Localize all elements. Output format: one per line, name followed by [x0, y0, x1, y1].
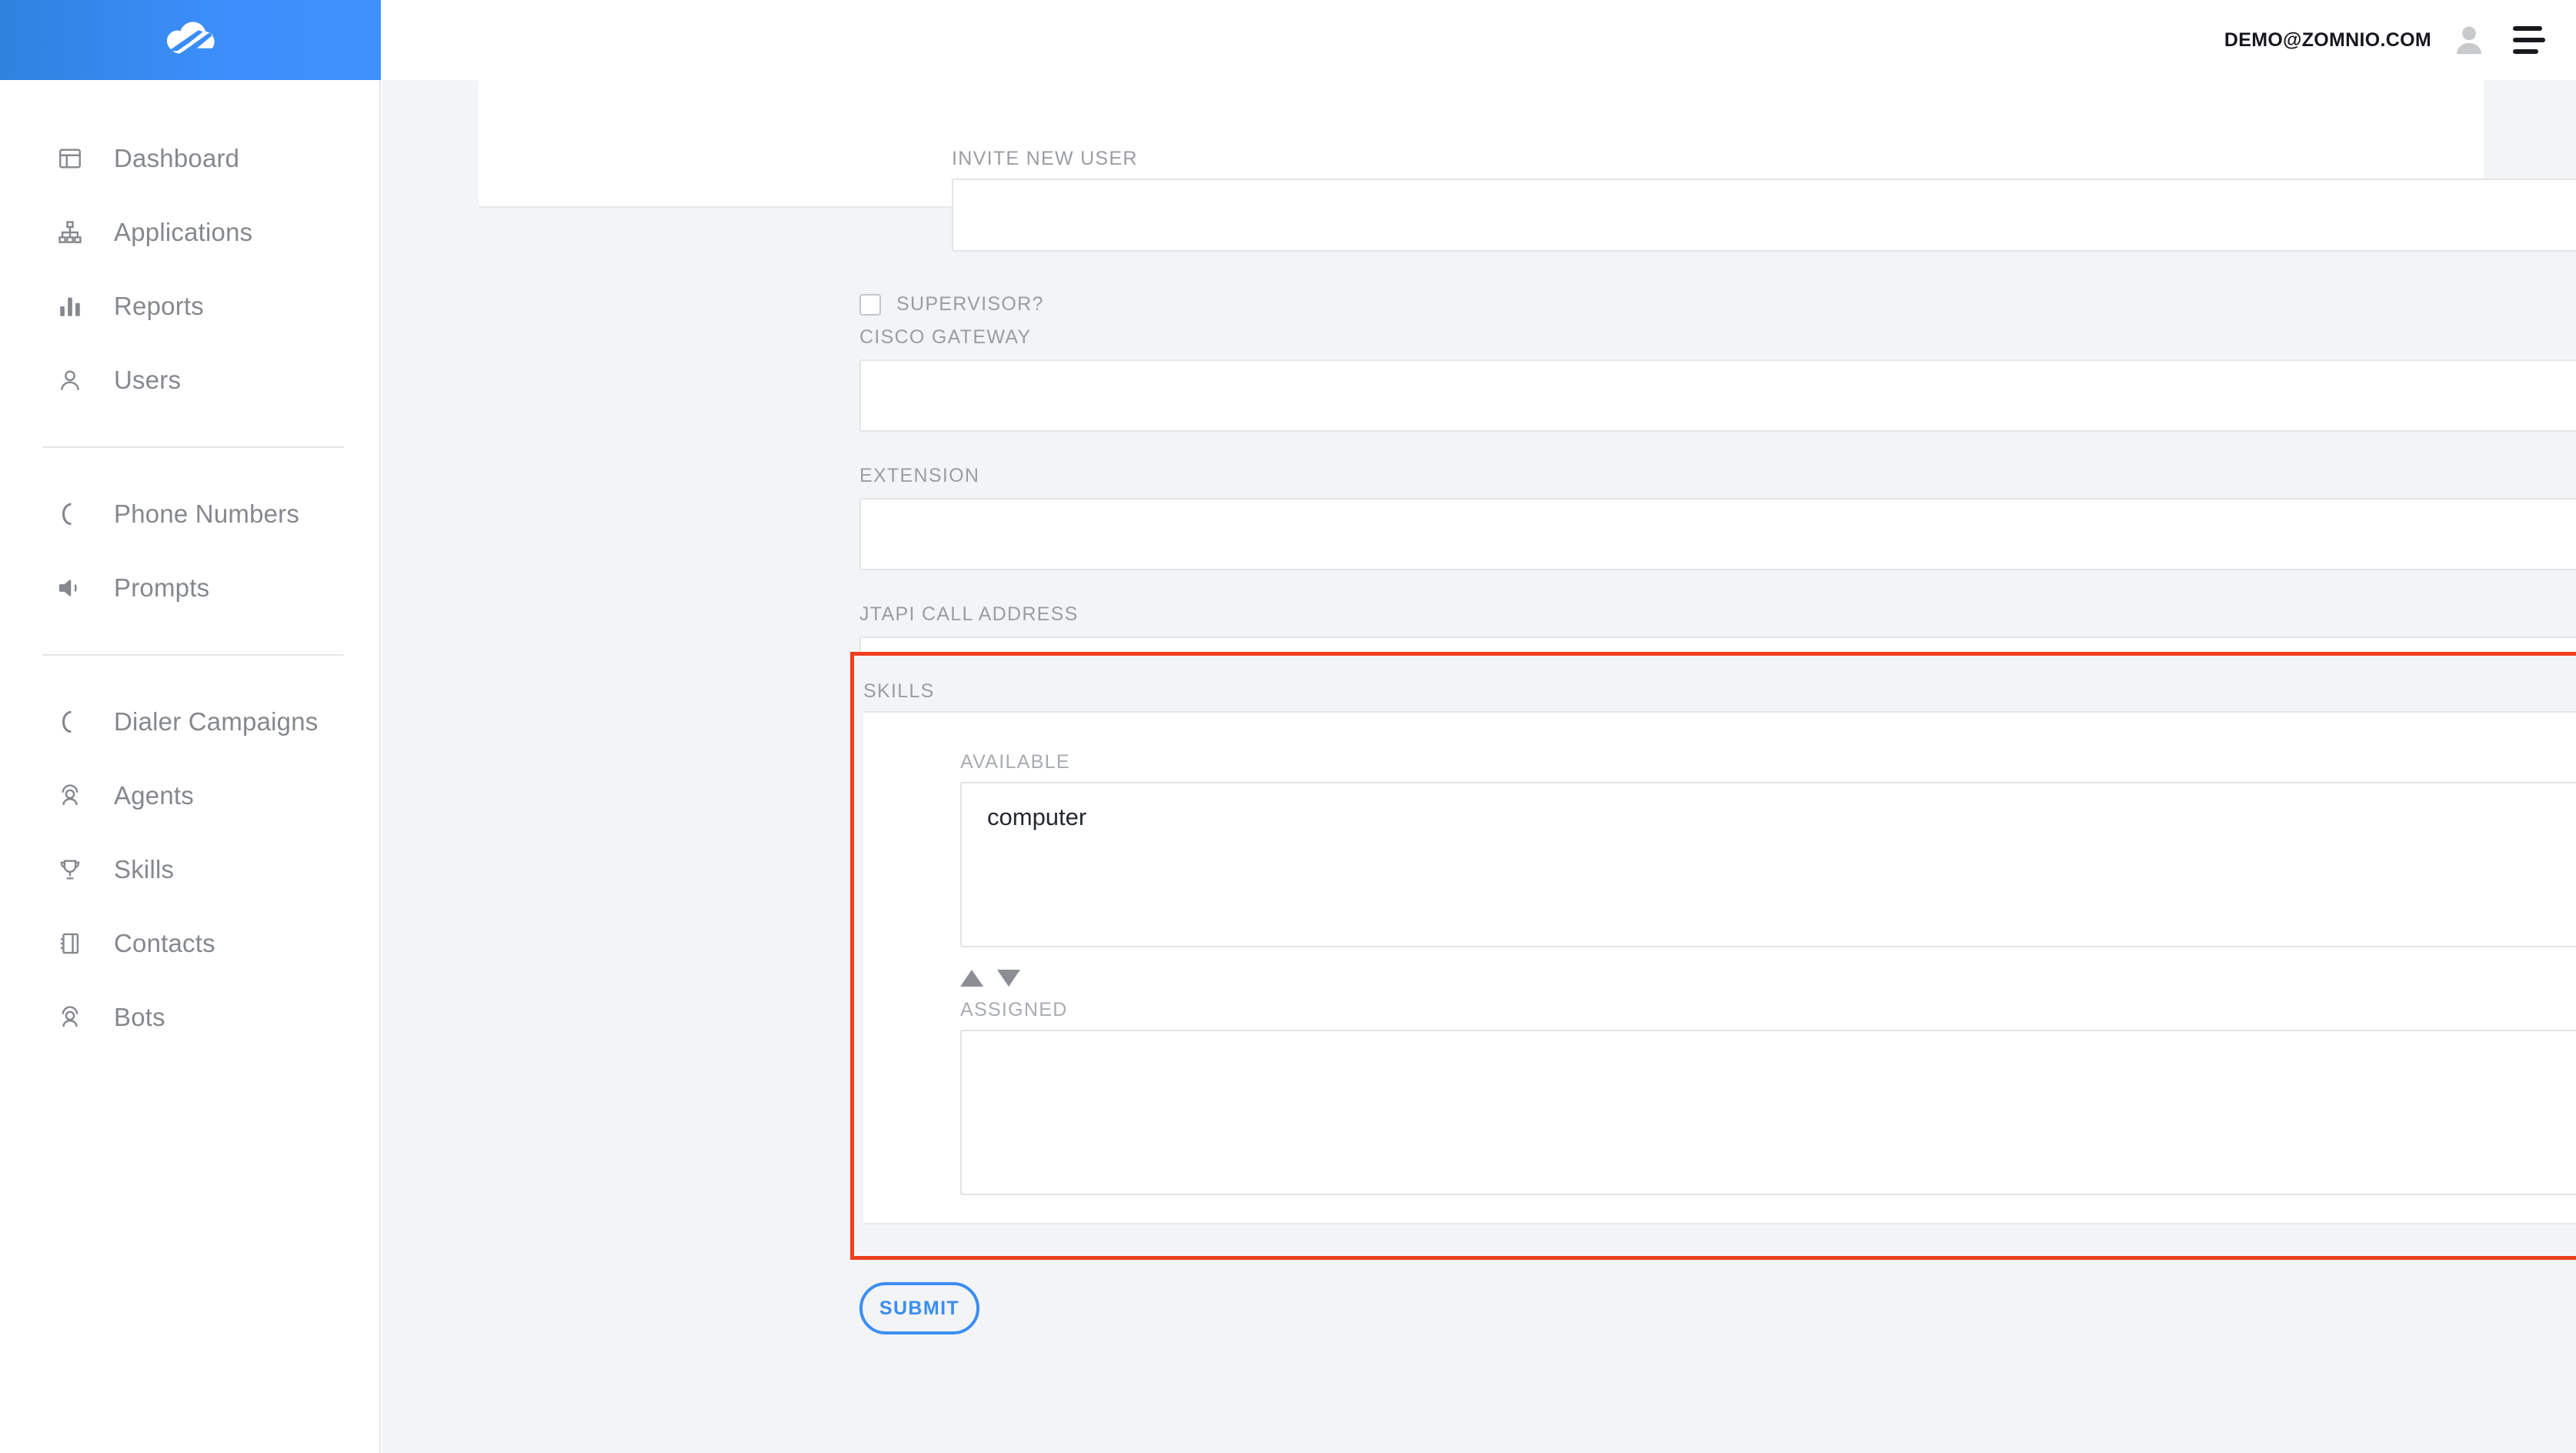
sidebar-item-applications[interactable]: Applications: [0, 195, 379, 269]
sidebar-item-label: Agents: [114, 781, 194, 810]
top-bar: DEMO@ZOMNIO.COM: [381, 0, 2576, 80]
sidebar-item-label: Bots: [114, 1003, 165, 1031]
cisco-gateway-input[interactable]: [859, 359, 2576, 432]
jtapi-call-address-label: JTAPI CALL ADDRESS: [859, 603, 1079, 625]
sidebar-divider: [42, 446, 344, 448]
hamburger-bar: [2513, 38, 2545, 42]
sidebar-item-agents[interactable]: Agents: [0, 759, 379, 833]
sidebar-item-label: Dialer Campaigns: [114, 707, 319, 736]
user-avatar-icon[interactable]: [2451, 22, 2487, 58]
skills-move-controls: [960, 970, 1020, 987]
extension-input[interactable]: [859, 498, 2576, 570]
brand-logo-header: [0, 0, 381, 80]
skills-card: AVAILABLE computer ASSIGNED: [863, 711, 2576, 1224]
hamburger-bar: [2513, 26, 2542, 31]
hamburger-bar: [2513, 49, 2538, 54]
hamburger-menu-icon[interactable]: [2513, 26, 2548, 54]
cloud-bolt-logo: [165, 20, 217, 60]
skills-section-highlight: SKILLS AVAILABLE computer ASSIGNED: [850, 652, 2576, 1260]
triangle-up-icon[interactable]: [960, 970, 983, 987]
sidebar-item-dashboard[interactable]: Dashboard: [0, 122, 379, 195]
phone-icon: [57, 705, 91, 739]
sidebar-item-dialer-campaigns[interactable]: Dialer Campaigns: [0, 685, 379, 759]
sidebar-item-phone-numbers[interactable]: Phone Numbers: [0, 477, 379, 551]
extension-field: EXTENSION: [859, 465, 2576, 570]
app-root: Dashboard Applications Reports Users Pho…: [0, 0, 2576, 1453]
sidebar-item-skills[interactable]: Skills: [0, 833, 379, 907]
sidebar: Dashboard Applications Reports Users Pho…: [0, 0, 381, 1453]
bar-chart-icon: [57, 289, 91, 323]
dashboard-icon: [57, 142, 91, 175]
supervisor-checkbox[interactable]: [859, 293, 881, 316]
triangle-down-icon[interactable]: [997, 970, 1020, 987]
nav-group-main: Dashboard Applications Reports Users: [0, 122, 379, 417]
sidebar-item-users[interactable]: Users: [0, 343, 379, 417]
sitemap-icon: [57, 215, 91, 249]
sidebar-item-contacts[interactable]: Contacts: [0, 907, 379, 980]
sidebar-divider: [42, 654, 344, 656]
list-item[interactable]: computer: [962, 783, 2576, 829]
sidebar-item-label: Prompts: [114, 573, 210, 602]
supervisor-row: SUPERVISOR?: [859, 293, 1044, 316]
speaker-icon: [57, 571, 91, 605]
cisco-gateway-field: CISCO GATEWAY: [859, 326, 2576, 432]
sidebar-item-bots[interactable]: Bots: [0, 980, 379, 1054]
sidebar-item-label: Skills: [114, 855, 175, 883]
headset-icon: [57, 1000, 91, 1034]
nav-group-telephony: Phone Numbers Prompts: [0, 477, 379, 625]
phone-icon: [57, 497, 91, 531]
sidebar-item-prompts[interactable]: Prompts: [0, 551, 379, 625]
sidebar-item-label: Applications: [114, 218, 253, 246]
sidebar-item-label: Phone Numbers: [114, 499, 300, 528]
supervisor-label: SUPERVISOR?: [896, 293, 1044, 315]
nav-group-contact-center: Dialer Campaigns Agents Skills Contacts …: [0, 685, 379, 1054]
sidebar-item-label: Dashboard: [114, 144, 240, 172]
sidebar-item-reports[interactable]: Reports: [0, 269, 379, 343]
main-content: INVITE NEW USER SUPERVISOR? CISCO GATEWA…: [382, 80, 2576, 1453]
cisco-gateway-label: CISCO GATEWAY: [859, 326, 1032, 348]
sidebar-item-label: Users: [114, 366, 182, 394]
user-icon: [57, 363, 91, 397]
trophy-icon: [57, 853, 91, 887]
address-book-icon: [57, 927, 91, 960]
sidebar-nav: Dashboard Applications Reports Users Pho…: [0, 80, 379, 1054]
invite-new-user-input[interactable]: [952, 179, 2576, 252]
assigned-skills-label: ASSIGNED: [960, 999, 1068, 1020]
sidebar-item-label: Reports: [114, 292, 204, 320]
submit-button[interactable]: SUBMIT: [859, 1282, 979, 1334]
extension-label: EXTENSION: [859, 465, 980, 486]
user-email-label: DEMO@ZOMNIO.COM: [2224, 28, 2431, 51]
headset-icon: [57, 779, 91, 813]
assigned-skills-listbox[interactable]: [960, 1030, 2576, 1195]
invite-new-user-label: INVITE NEW USER: [952, 148, 1138, 169]
available-skills-listbox[interactable]: computer: [960, 782, 2576, 947]
skills-label: SKILLS: [863, 680, 935, 702]
sidebar-item-label: Contacts: [114, 929, 215, 957]
available-skills-label: AVAILABLE: [960, 751, 1070, 773]
